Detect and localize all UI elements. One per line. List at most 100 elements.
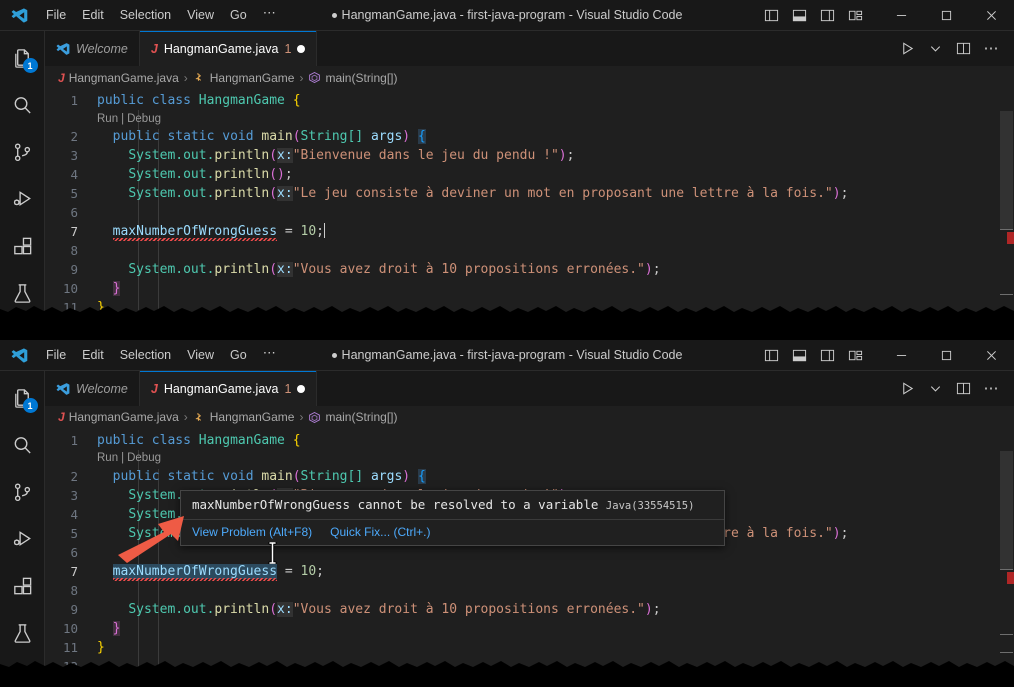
sidebar-item-extensions[interactable] bbox=[0, 563, 45, 610]
maximize-button[interactable] bbox=[924, 340, 969, 370]
chevron-down-icon[interactable] bbox=[928, 41, 943, 56]
run-icon[interactable] bbox=[900, 381, 915, 396]
token-unresolved-variable[interactable]: maxNumberOfWrongGuess bbox=[112, 563, 278, 579]
menu-edit[interactable]: Edit bbox=[74, 345, 112, 365]
window-controls[interactable] bbox=[879, 0, 1014, 30]
code-line[interactable]: 4 System.out.println(); bbox=[45, 165, 1014, 184]
code-line[interactable]: 2 public static void main(String[] args)… bbox=[45, 127, 1014, 146]
toggle-secondary-sidebar-icon[interactable] bbox=[820, 348, 835, 363]
more-actions-icon[interactable]: ⋯ bbox=[984, 41, 1001, 56]
toggle-secondary-sidebar-icon[interactable] bbox=[820, 8, 835, 23]
hover-diagnostic-tooltip[interactable]: maxNumberOfWrongGuess cannot be resolved… bbox=[180, 489, 725, 546]
tab-welcome[interactable]: Welcome bbox=[45, 31, 140, 66]
menu-bar[interactable]: File Edit Selection View Go ⋯ bbox=[38, 342, 285, 368]
layout-controls[interactable] bbox=[764, 8, 879, 23]
editor-actions[interactable]: ⋯ bbox=[900, 371, 1014, 406]
maximize-button[interactable] bbox=[924, 0, 969, 30]
sidebar-item-testing[interactable] bbox=[0, 610, 45, 657]
breadcrumb[interactable]: J HangmanGame.java › HangmanGame › main(… bbox=[45, 406, 1014, 429]
unsaved-dot-icon[interactable] bbox=[297, 384, 306, 393]
code-editor-bottom[interactable]: 1 public class HangmanGame { Run | Debug… bbox=[45, 428, 1014, 672]
tab-welcome[interactable]: Welcome bbox=[45, 371, 140, 406]
toggle-panel-icon[interactable] bbox=[792, 8, 807, 23]
tab-hangmangame-java[interactable]: J HangmanGame.java 1 bbox=[139, 371, 318, 406]
menu-go[interactable]: Go bbox=[222, 5, 255, 25]
toggle-panel-icon[interactable] bbox=[792, 348, 807, 363]
code-line[interactable]: 9 System.out.println(x:"Vous avez droit … bbox=[45, 600, 1014, 619]
menu-view[interactable]: View bbox=[179, 5, 222, 25]
sidebar-item-explorer[interactable]: 1 bbox=[0, 35, 45, 82]
code-line[interactable]: 5 System.out.println(x:"Le jeu consiste … bbox=[45, 184, 1014, 203]
split-editor-icon[interactable] bbox=[956, 381, 971, 396]
menu-view[interactable]: View bbox=[179, 345, 222, 365]
codelens-debug[interactable]: Debug bbox=[127, 113, 161, 125]
overview-ruler[interactable] bbox=[1000, 428, 1014, 672]
activity-bar[interactable]: 1 bbox=[0, 31, 45, 318]
menu-edit[interactable]: Edit bbox=[74, 5, 112, 25]
unsaved-dot-icon[interactable] bbox=[297, 44, 306, 53]
scrollbar-slider[interactable] bbox=[1000, 450, 1013, 569]
code-line-current[interactable]: 7 maxNumberOfWrongGuess = 10; bbox=[45, 222, 1014, 241]
code-line[interactable]: 11 } bbox=[45, 298, 1014, 317]
sidebar-item-source-control[interactable] bbox=[0, 129, 45, 176]
menu-go[interactable]: Go bbox=[222, 345, 255, 365]
customize-layout-icon[interactable] bbox=[848, 8, 863, 23]
breadcrumb-method[interactable]: main(String[]) bbox=[308, 71, 398, 85]
tab-hangmangame-java[interactable]: J HangmanGame.java 1 bbox=[139, 31, 318, 66]
sidebar-item-search[interactable] bbox=[0, 82, 45, 129]
code-editor-top[interactable]: 1 public class HangmanGame { Run | Debug… bbox=[45, 89, 1014, 318]
menu-more[interactable]: ⋯ bbox=[255, 342, 285, 368]
code-line-current[interactable]: 7 maxNumberOfWrongGuess = 10; bbox=[45, 562, 1014, 581]
menu-selection[interactable]: Selection bbox=[112, 5, 179, 25]
sidebar-item-extensions[interactable] bbox=[0, 223, 45, 270]
error-marker[interactable] bbox=[1007, 571, 1014, 584]
scrollbar-slider[interactable] bbox=[1000, 111, 1013, 229]
layout-controls[interactable] bbox=[764, 348, 879, 363]
breadcrumb-method[interactable]: main(String[]) bbox=[308, 410, 398, 424]
code-line[interactable]: 9 System.out.println(x:"Vous avez droit … bbox=[45, 260, 1014, 279]
editor-actions[interactable]: ⋯ bbox=[900, 31, 1014, 66]
codelens-run[interactable]: Run bbox=[97, 113, 118, 125]
toggle-primary-sidebar-icon[interactable] bbox=[764, 8, 779, 23]
menu-file[interactable]: File bbox=[38, 345, 74, 365]
more-actions-icon[interactable]: ⋯ bbox=[984, 381, 1001, 396]
code-line[interactable]: 10 } bbox=[45, 619, 1014, 638]
sidebar-item-run-and-debug[interactable] bbox=[0, 176, 45, 223]
run-icon[interactable] bbox=[900, 41, 915, 56]
codelens-debug[interactable]: Debug bbox=[127, 452, 161, 464]
customize-layout-icon[interactable] bbox=[848, 348, 863, 363]
code-line[interactable]: 2 public static void main(String[] args)… bbox=[45, 467, 1014, 486]
code-line[interactable]: 8 bbox=[45, 241, 1014, 260]
breadcrumb-file[interactable]: J HangmanGame.java bbox=[58, 71, 179, 85]
token-unresolved-variable[interactable]: maxNumberOfWrongGuess bbox=[113, 224, 277, 239]
minimize-button[interactable] bbox=[879, 0, 924, 30]
breadcrumb-class[interactable]: HangmanGame bbox=[193, 410, 294, 424]
window-controls[interactable] bbox=[879, 340, 1014, 370]
code-line[interactable]: 1 public class HangmanGame { bbox=[45, 91, 1014, 110]
breadcrumb-class[interactable]: HangmanGame bbox=[193, 71, 294, 85]
codelens-run[interactable]: Run bbox=[97, 452, 118, 464]
toggle-primary-sidebar-icon[interactable] bbox=[764, 348, 779, 363]
code-line[interactable]: 12 bbox=[45, 657, 1014, 672]
overview-ruler[interactable] bbox=[1000, 89, 1014, 318]
split-editor-icon[interactable] bbox=[956, 41, 971, 56]
code-line[interactable]: 3 System.out.println(x:"Bienvenue dans l… bbox=[45, 146, 1014, 165]
chevron-down-icon[interactable] bbox=[928, 381, 943, 396]
menu-file[interactable]: File bbox=[38, 5, 74, 25]
view-problem-link[interactable]: View Problem (Alt+F8) bbox=[192, 525, 312, 539]
menu-selection[interactable]: Selection bbox=[112, 345, 179, 365]
codelens-row[interactable]: Run | Debug bbox=[45, 450, 1014, 467]
code-line[interactable]: 6 bbox=[45, 203, 1014, 222]
sidebar-item-source-control[interactable] bbox=[0, 469, 45, 516]
menu-bar[interactable]: File Edit Selection View Go ⋯ bbox=[38, 2, 285, 28]
menu-more[interactable]: ⋯ bbox=[255, 2, 285, 28]
close-button[interactable] bbox=[969, 340, 1014, 370]
code-line[interactable]: 10 } bbox=[45, 279, 1014, 298]
sidebar-item-explorer[interactable]: 1 bbox=[0, 375, 45, 422]
minimize-button[interactable] bbox=[879, 340, 924, 370]
codelens-row[interactable]: Run | Debug bbox=[45, 110, 1014, 127]
code-line[interactable]: 11 } bbox=[45, 638, 1014, 657]
code-line[interactable]: 1 public class HangmanGame { bbox=[45, 431, 1014, 450]
breadcrumb[interactable]: J HangmanGame.java › HangmanGame › main(… bbox=[45, 66, 1014, 89]
quick-fix-link[interactable]: Quick Fix... (Ctrl+.) bbox=[330, 525, 430, 539]
